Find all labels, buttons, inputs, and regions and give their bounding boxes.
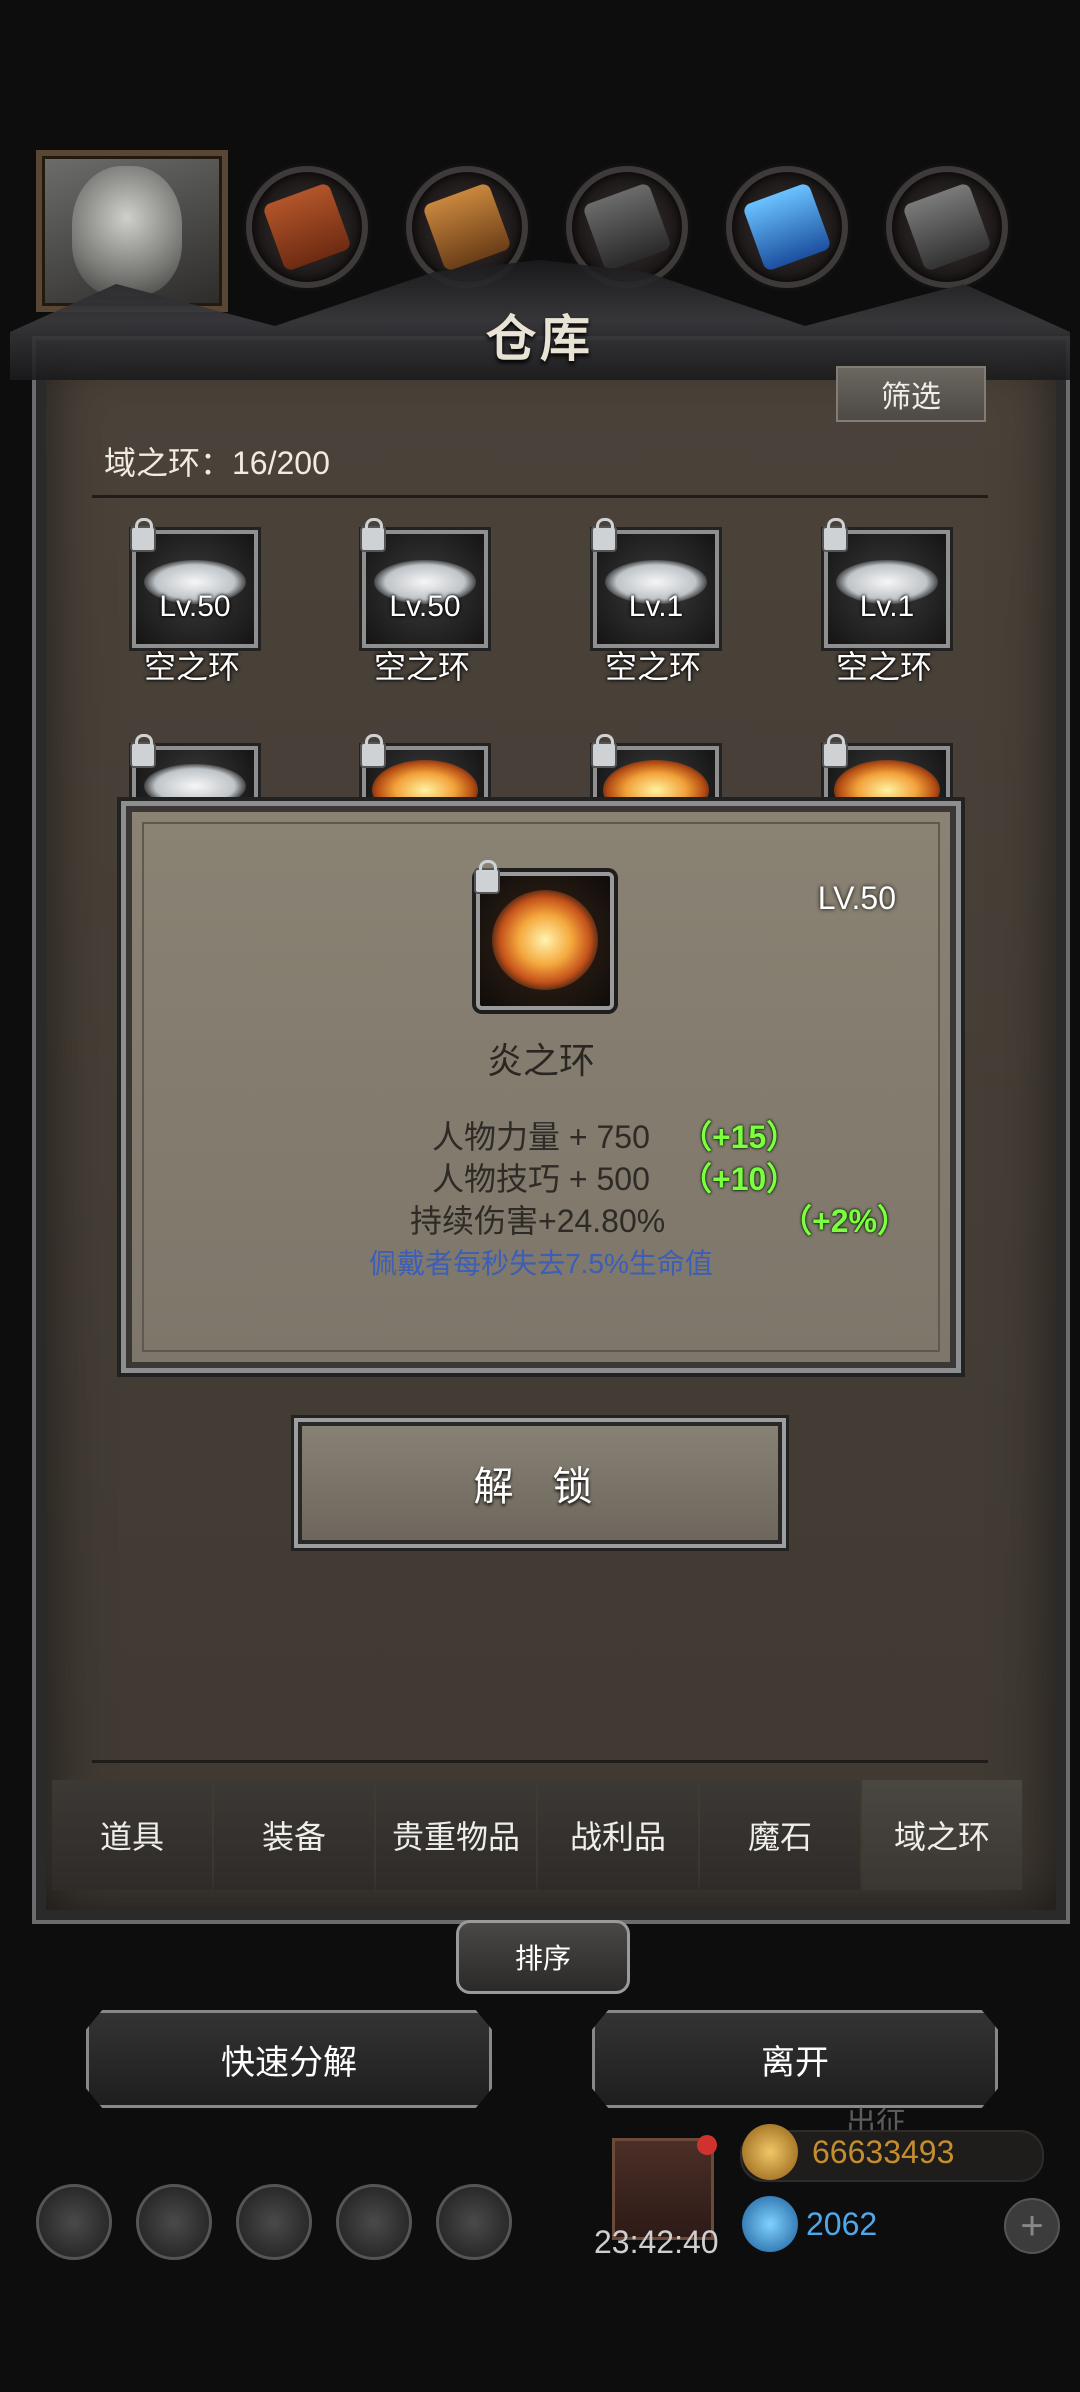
item-slot[interactable]: Lv.1 <box>822 518 950 648</box>
quick-decompose-button[interactable]: 快速分解 <box>86 2010 492 2108</box>
gem-amount: 2062 <box>806 2206 878 2242</box>
tab-magic-stone[interactable]: 魔石 <box>700 1780 860 1890</box>
item-slot[interactable]: Lv.50 <box>130 518 258 648</box>
item-slot[interactable]: Lv.1 <box>591 518 719 648</box>
settings-icon[interactable] <box>36 2184 112 2260</box>
stat-skill: 人物技巧 + 500 <box>432 1161 650 1197</box>
stat-dot-damage: 持续伤害+24.80% <box>410 1203 666 1239</box>
map-icon[interactable] <box>236 2184 312 2260</box>
star-icon[interactable] <box>136 2184 212 2260</box>
crystal-icon[interactable] <box>726 166 848 288</box>
item-name: 空之环 <box>143 649 240 685</box>
lock-icon <box>360 518 386 552</box>
flame-ring-icon <box>474 860 614 1010</box>
divider-bottom <box>92 1760 988 1763</box>
guild-icon[interactable] <box>436 2184 512 2260</box>
warehouse-title: 仓库 <box>486 311 594 367</box>
item-name: 炎之环 <box>486 1040 595 1081</box>
gem-icon <box>742 2196 798 2252</box>
tab-valuables[interactable]: 贵重物品 <box>376 1780 536 1890</box>
tab-equipment[interactable]: 装备 <box>214 1780 374 1890</box>
divider-top <box>92 495 988 498</box>
lock-icon <box>474 860 500 894</box>
leather-icon[interactable] <box>246 166 368 288</box>
item-level: Lv.1 <box>628 590 684 623</box>
metal-icon[interactable] <box>886 166 1008 288</box>
item-name: 空之环 <box>604 649 701 685</box>
sort-button[interactable]: 排序 <box>456 1920 630 1994</box>
character-portrait[interactable] <box>36 150 228 312</box>
stat-strength: 人物力量 + 750 <box>432 1119 650 1155</box>
item-slot[interactable]: Lv.50 <box>360 518 488 648</box>
stat-bonus: （+10） <box>680 1161 799 1197</box>
lock-icon <box>822 734 848 768</box>
gold-coin-icon <box>742 2124 798 2180</box>
item-description: 佩戴者每秒失去7.5%生命值 <box>369 1248 713 1279</box>
stat-bonus: （+2%） <box>780 1203 909 1239</box>
item-level: LV.50 <box>817 880 896 916</box>
lock-icon <box>822 518 848 552</box>
notification-dot <box>697 2135 717 2155</box>
item-level: Lv.50 <box>389 590 461 623</box>
leave-button[interactable]: 离开 <box>592 2010 998 2108</box>
lock-icon <box>591 518 617 552</box>
item-name: 空之环 <box>373 649 470 685</box>
lock-icon <box>360 734 386 768</box>
lock-icon <box>591 734 617 768</box>
ring-count: 域之环：16/200 <box>104 445 330 481</box>
item-detail-popup: LV.50 炎之环 人物力量 + 750 （+15） 人物技巧 + 500 （+… <box>126 806 956 1368</box>
unlock-button[interactable]: 解 锁 <box>298 1422 782 1544</box>
item-name: 空之环 <box>835 649 932 685</box>
portrait-face <box>72 166 182 296</box>
tab-loot[interactable]: 战利品 <box>538 1780 698 1890</box>
tab-rings[interactable]: 域之环 <box>862 1780 1022 1890</box>
gold-amount: 66633493 <box>812 2134 955 2170</box>
lock-icon <box>130 734 156 768</box>
filter-button[interactable]: 筛选 <box>836 366 986 422</box>
item-level: Lv.1 <box>859 590 915 623</box>
tab-items[interactable]: 道具 <box>52 1780 212 1890</box>
item-level: Lv.50 <box>159 590 231 623</box>
plus-icon[interactable]: + <box>1004 2198 1060 2254</box>
stat-bonus: （+15） <box>680 1119 799 1155</box>
gift-timer: 23:42:40 <box>594 2224 719 2260</box>
lock-icon <box>130 518 156 552</box>
mail-icon[interactable] <box>336 2184 412 2260</box>
